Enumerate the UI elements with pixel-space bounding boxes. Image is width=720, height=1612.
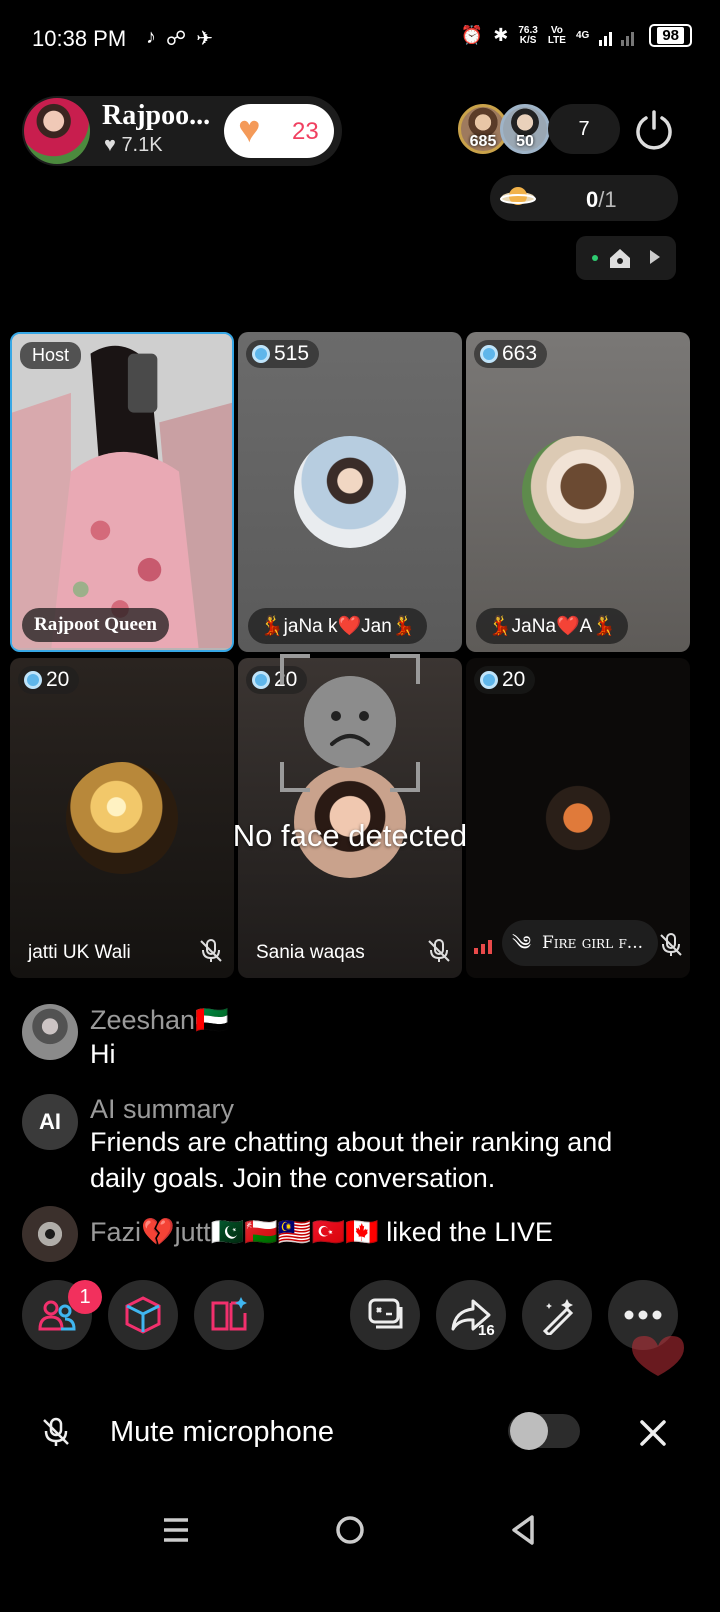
commenter-name[interactable]: Zeeshan🇦🇪 [90,1004,229,1036]
magic-button[interactable] [522,1280,592,1350]
host-avatar[interactable] [24,98,90,164]
guest-avatar[interactable] [522,436,634,548]
host-info[interactable]: Rajpoo... ♥ 7.1K ♥ 23 [22,96,342,166]
heart-gift-button[interactable]: ♥ 23 [224,104,334,158]
commenter-name[interactable]: Fazi💔jutt🇵🇰🇴🇲🇲🇾🇹🇷🇨🇦 [90,1217,379,1247]
guest-tile[interactable]: 663 💃JaNa❤️A💃 [466,332,690,652]
network-type: 4G [575,29,590,41]
status-bar: 10:38 PM ♪ ☍ ✈ ⏰ ✱ 76.3 K/S Vo LTE 4G 98 [0,0,720,80]
floating-heart-icon [632,1336,684,1376]
room-controls[interactable] [576,236,676,280]
magic-wand-icon [542,1299,574,1335]
volte-indicator: Vo LTE [547,24,566,46]
mute-microphone-bar: Mute microphone [0,1394,720,1474]
score-badge: 663 [474,340,548,368]
signal-icon [599,31,635,46]
host-badge: Host [20,342,82,369]
host-name: Rajpoo... [102,100,211,131]
game-button[interactable] [350,1280,420,1350]
alarm-icon: ⏰ [460,25,484,45]
gem-icon [24,671,42,689]
clock: 10:38 PM [32,26,127,51]
mute-microphone-label: Mute microphone [110,1416,335,1448]
close-icon[interactable] [636,1416,670,1450]
tile-name[interactable]: 💃jaNa k❤️Jan💃 [248,608,428,644]
commenter-avatar[interactable] [22,1004,78,1060]
tile-name[interactable]: 💃JaNa❤️A💃 [476,608,628,644]
ai-summary[interactable]: AI AI summary Friends are chatting about… [22,1094,702,1194]
game-icon [368,1298,403,1329]
ai-summary-title: AI summary [90,1094,235,1124]
battery-icon: 98 [649,24,692,47]
share-count: 16 [478,1322,495,1339]
gem-icon [252,671,270,689]
host-video [12,334,232,649]
comment-text: Hi [90,1039,116,1069]
box-button[interactable] [108,1280,178,1350]
ai-summary-text: Friends are chatting about their ranking… [90,1127,613,1193]
score-badge: 20 [18,666,80,694]
mute-toggle[interactable] [508,1412,580,1450]
swirl-icon: ༄ [512,931,532,955]
goal-progress: 0/1 [586,187,617,212]
sad-face-icon [304,676,396,768]
host-video-tile[interactable]: Host Rajpoot Queen [10,332,234,652]
no-face-message: No face detected [232,818,468,853]
notification-bell-icon: ✈ [196,28,214,50]
like-text: liked the LIVE [386,1217,553,1247]
comment-item[interactable]: Zeeshan🇦🇪 Hi [22,1004,702,1069]
tile-name[interactable]: jatti UK Wali [28,942,131,964]
signal-strength-icon [474,940,492,954]
planet-icon [500,187,536,205]
like-notice: Fazi💔jutt🇵🇰🇴🇲🇲🇾🇹🇷🇨🇦 liked the LIVE [90,1216,553,1248]
gem-icon [480,671,498,689]
box-icon [125,1296,161,1334]
recents-icon[interactable] [156,1510,196,1550]
net-speed: 76.3 K/S [518,24,538,46]
viewer-avatar[interactable]: 50 [500,104,550,154]
book-button[interactable] [194,1280,264,1350]
system-icons: ⏰ ✱ 76.3 K/S Vo LTE 4G 98 [461,24,692,47]
notification-icons: ♪ ☍ ✈ [146,26,213,51]
daily-goal[interactable]: 0/1 [490,175,678,221]
share-button[interactable]: 16 [436,1280,506,1350]
tiktok-icon: ♪ [146,26,156,48]
mic-off-icon [200,939,222,962]
book-icon [211,1297,247,1331]
gem-icon [480,345,498,363]
bluetooth-icon: ✱ [493,25,509,45]
guest-avatar[interactable] [294,436,406,548]
power-icon[interactable] [632,108,676,152]
notification-badge: 1 [68,1280,102,1314]
score-badge: 515 [246,340,320,368]
system-nav-bar [0,1490,720,1570]
missed-call-icon: ☍ [166,28,187,50]
guest-tile[interactable]: 515 💃jaNa k❤️Jan💃 [238,332,462,652]
heart-icon: ♥ [104,134,116,156]
comment-item[interactable]: Fazi💔jutt🇵🇰🇴🇲🇲🇾🇹🇷🇨🇦 liked the LIVE [22,1206,702,1262]
viewer-list[interactable]: 685 50 7 [458,104,620,154]
heart-count: 23 [292,118,319,145]
commenter-avatar[interactable] [22,1206,78,1262]
viewer-count[interactable]: 7 [548,104,620,154]
live-dot-icon [592,255,598,261]
home-icon[interactable] [330,1510,370,1550]
host-likes: ♥ 7.1K [104,134,163,156]
play-icon[interactable] [650,250,660,264]
ai-icon: AI [22,1094,78,1150]
back-icon[interactable] [504,1510,544,1550]
tile-name[interactable]: Rajpoot Queen [22,608,169,642]
mic-off-icon [660,933,682,956]
mic-off-icon [428,939,450,962]
guest-name-pill[interactable]: ༄ Fire girl f... [502,920,658,966]
more-icon [624,1310,662,1320]
gem-icon [252,345,270,363]
toggle-knob [510,1412,548,1450]
house-icon[interactable] [608,246,632,270]
heart-icon: ♥ [238,109,261,151]
tile-name[interactable]: Sania waqas [256,942,365,964]
mic-off-icon [43,1417,69,1446]
score-badge: 20 [474,666,536,694]
